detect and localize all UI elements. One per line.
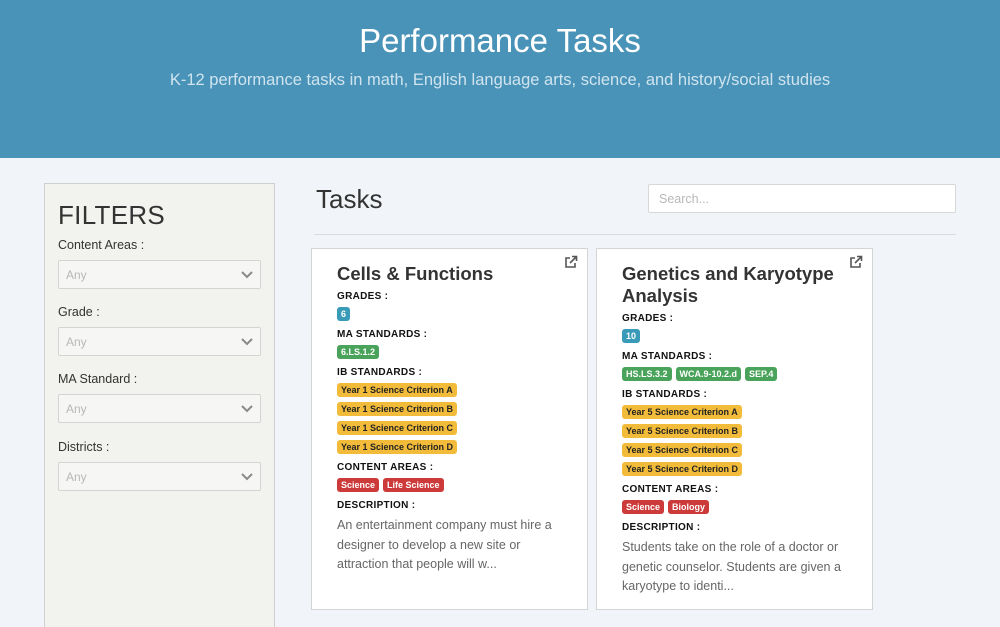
select-value: Any [66,402,87,416]
ma-standard-badge: WCA.9-10.2.d [675,367,742,381]
ib-standard-badge: Year 1 Science Criterion D [337,440,458,454]
task-title[interactable]: Cells & Functions [337,263,567,285]
content-area-badge: Science [337,478,380,492]
grades-label: GRADES : [622,313,674,324]
task-title[interactable]: Genetics and Karyotype Analysis [622,263,852,307]
task-description: Students take on the role of a doctor or… [622,540,841,593]
chevron-down-icon [241,271,253,279]
select-value: Any [66,470,87,484]
grade-badge: 6 [337,307,351,321]
ib-standard-badge: Year 1 Science Criterion B [337,402,458,416]
select-value: Any [66,268,87,282]
ma-standard-badge: HS.LS.3.2 [622,367,672,381]
ib-standard-badge: Year 5 Science Criterion C [622,443,743,457]
content-area-badge: Biology [668,500,710,514]
task-card[interactable]: Genetics and Karyotype Analysis GRADES :… [596,248,873,610]
content-areas-label: CONTENT AREAS : [622,484,719,495]
ma-standards-label: MA STANDARDS : [337,329,428,340]
filter-label-content-areas: Content Areas : [58,238,145,252]
description-label: DESCRIPTION : [622,522,701,533]
ib-standards-label: IB STANDARDS : [622,389,708,400]
content-area-badge: Science [622,500,665,514]
task-card[interactable]: Cells & Functions GRADES : 6 MA STANDARD… [311,248,588,610]
page-title: Performance Tasks [359,22,641,59]
filter-label-districts: Districts : [58,440,110,454]
content-area-badge: Life Science [383,478,444,492]
chevron-down-icon [241,338,253,346]
grade-badge: 10 [622,329,641,343]
content-areas-label: CONTENT AREAS : [337,462,434,473]
filters-panel: FILTERS Content Areas : Any Grade : Any … [44,183,275,627]
ib-standard-badge: Year 1 Science Criterion C [337,421,458,435]
ma-standard-select[interactable]: Any [58,394,261,423]
divider [314,234,956,235]
page-header: Performance Tasks K-12 performance tasks… [0,0,1000,158]
ib-standard-badge: Year 5 Science Criterion D [622,462,743,476]
filter-label-ma-standard: MA Standard : [58,372,138,386]
ma-standards-label: MA STANDARDS : [622,351,713,362]
page-subtitle: K-12 performance tasks in math, English … [169,71,831,89]
grades-label: GRADES : [337,291,389,302]
ib-standard-badge: Year 5 Science Criterion B [622,424,743,438]
ib-standard-badge: Year 1 Science Criterion A [337,383,457,397]
select-value: Any [66,335,87,349]
grade-select[interactable]: Any [58,327,261,356]
description-label: DESCRIPTION : [337,500,416,511]
task-description: An entertainment company must hire a des… [337,518,552,571]
ib-standards-label: IB STANDARDS : [337,367,423,378]
ma-standard-badge: 6.LS.1.2 [337,345,380,359]
search-input[interactable] [648,184,956,213]
content-areas-select[interactable]: Any [58,260,261,289]
districts-select[interactable]: Any [58,462,261,491]
tasks-heading: Tasks [316,184,383,214]
filter-label-grade: Grade : [58,305,100,319]
filters-title: FILTERS [58,200,166,230]
ib-standard-badge: Year 5 Science Criterion A [622,405,742,419]
ma-standard-badge: SEP.4 [745,367,778,381]
chevron-down-icon [241,405,253,413]
chevron-down-icon [241,473,253,481]
